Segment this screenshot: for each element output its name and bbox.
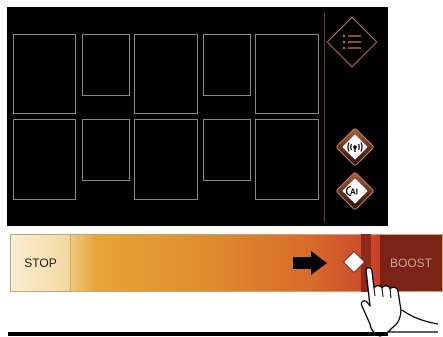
- cooking-zone-7[interactable]: [82, 119, 130, 181]
- cooking-zone-8[interactable]: [134, 119, 198, 200]
- ai-badge-icon: AI: [341, 177, 369, 205]
- cooking-zone-1[interactable]: [13, 34, 76, 114]
- cooking-zone-6[interactable]: [13, 119, 76, 200]
- cooking-zone-2[interactable]: [82, 34, 130, 96]
- bottom-rule: [8, 332, 388, 336]
- cooking-zone-3[interactable]: [134, 34, 198, 114]
- cooking-zone-5[interactable]: [255, 34, 319, 114]
- hand-pointer-icon: [358, 266, 440, 337]
- wireless-signal-icon: [341, 133, 369, 161]
- control-panel: AI: [7, 7, 388, 226]
- arrow-right-icon: [291, 250, 329, 276]
- cooking-zone-10[interactable]: [255, 119, 319, 200]
- cooking-zone-9[interactable]: [203, 119, 251, 181]
- menu-list-icon: [334, 24, 370, 60]
- panel-divider: [324, 13, 325, 222]
- cooking-zone-4[interactable]: [203, 34, 251, 96]
- stop-label: STOP: [24, 256, 57, 270]
- stop-zone[interactable]: STOP: [11, 235, 71, 291]
- ai-label: AI: [350, 188, 358, 197]
